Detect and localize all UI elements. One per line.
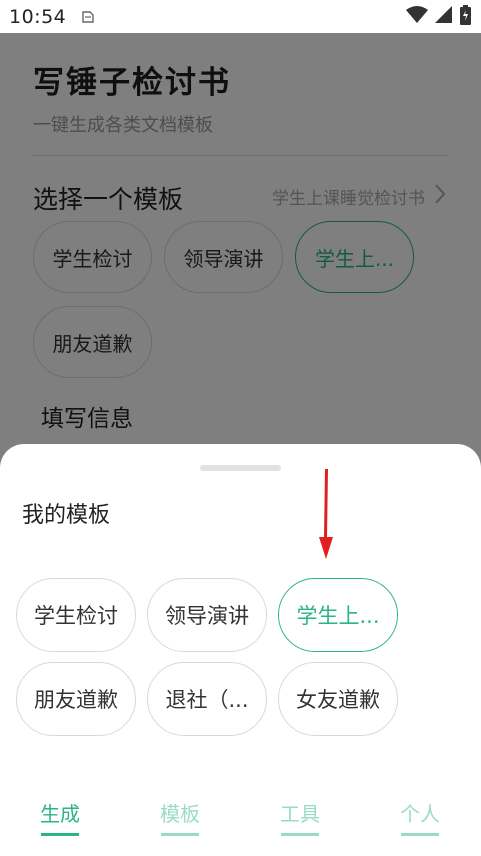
signal-icon bbox=[435, 5, 453, 28]
nav-tab-label: 生成 bbox=[40, 802, 80, 826]
nav-tab-label: 工具 bbox=[280, 802, 320, 826]
status-bar: 10:54 bbox=[0, 0, 481, 33]
my-template-chip-6[interactable]: 女友道歉 bbox=[278, 662, 398, 736]
my-template-chip-1[interactable]: 学生检讨 bbox=[16, 578, 136, 652]
nav-underline bbox=[401, 833, 439, 836]
my-template-chip-4[interactable]: 朋友道歉 bbox=[16, 662, 136, 736]
nav-underline bbox=[161, 833, 199, 836]
sheet-title: 我的模板 bbox=[22, 503, 111, 528]
annotation-arrow-icon bbox=[313, 469, 339, 559]
battery-icon bbox=[460, 4, 471, 29]
nav-tab-label: 模板 bbox=[160, 802, 200, 826]
my-template-chip-5[interactable]: 退社（... bbox=[147, 662, 267, 736]
nav-tab-label: 个人 bbox=[400, 802, 440, 826]
sheet-drag-handle[interactable] bbox=[200, 465, 281, 471]
nav-tab-profile[interactable]: 个人 bbox=[380, 798, 460, 836]
nav-tab-generate[interactable]: 生成 bbox=[20, 798, 100, 836]
status-time: 10:54 bbox=[9, 5, 67, 28]
nav-underline bbox=[281, 833, 319, 836]
my-templates-sheet: 我的模板 学生检讨 领导演讲 学生上... 朋友道歉 退社（... 女友道歉 生… bbox=[0, 444, 481, 856]
wifi-icon bbox=[406, 5, 428, 28]
nav-tab-tools[interactable]: 工具 bbox=[260, 798, 340, 836]
my-template-chip-2[interactable]: 领导演讲 bbox=[147, 578, 267, 652]
nav-underline bbox=[41, 833, 79, 836]
my-template-chip-3[interactable]: 学生上... bbox=[278, 578, 398, 652]
notification-icon bbox=[80, 9, 96, 25]
bottom-nav: 生成 模板 工具 个人 bbox=[0, 784, 481, 856]
nav-tab-templates[interactable]: 模板 bbox=[140, 798, 220, 836]
